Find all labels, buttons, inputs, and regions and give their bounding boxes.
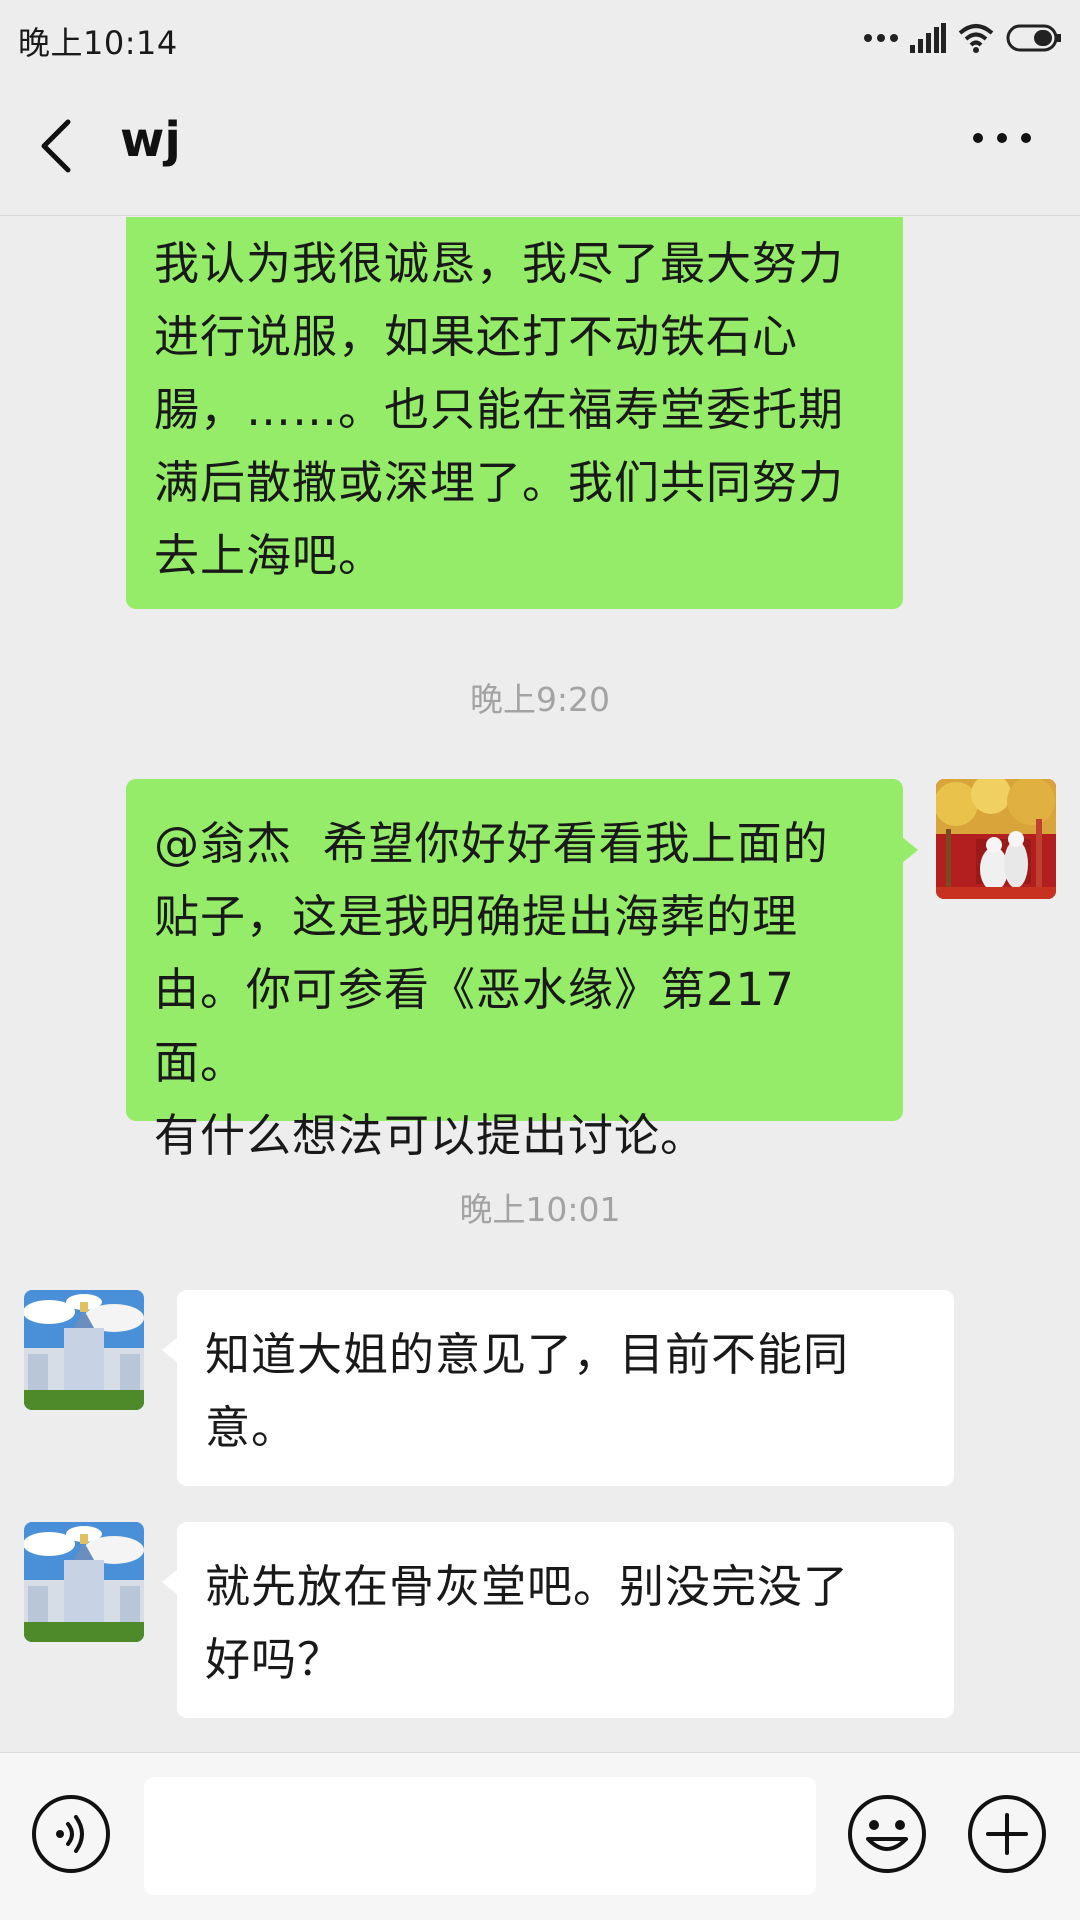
more-button[interactable]: [972, 128, 1032, 164]
chat-title: wj: [120, 112, 181, 168]
message-input[interactable]: [144, 1777, 816, 1895]
bubble-tail: [902, 837, 918, 863]
voice-icon: [32, 1795, 110, 1873]
avatar-image-icon: [936, 779, 1056, 899]
emoji-icon: [848, 1795, 926, 1873]
message-bubble-sent[interactable]: @翁杰 希望你好好看看我上面的 贴子，这是我明确提出海葬的理 由。你可参看《恶水…: [126, 779, 903, 1162]
avatar[interactable]: [24, 1290, 144, 1410]
dots-icon: [864, 34, 898, 42]
bubble-tail: [162, 1569, 178, 1595]
message-bubble-sent[interactable]: 我认为我很诚恳，我尽了最大努力 进行说服，如果还打不动铁石心 腸，……。也只能在…: [126, 217, 903, 609]
signal-icon: [910, 23, 946, 53]
message-text: @翁杰 希望你好好看看我上面的 贴子，这是我明确提出海葬的理 由。你可参看《恶水…: [154, 817, 829, 1162]
status-icons: [864, 20, 1062, 56]
message-text: 知道大姐的意见了，目前不能同 意。: [205, 1328, 850, 1454]
more-horizontal-icon: [973, 133, 1031, 143]
wifi-icon: [958, 24, 994, 53]
status-time: 晚上10:14: [18, 24, 178, 62]
chevron-left-icon: [41, 119, 71, 173]
avatar[interactable]: [936, 779, 1056, 899]
input-bar: [0, 1752, 1080, 1920]
more-actions-button[interactable]: [966, 1793, 1048, 1875]
avatar-image-icon: [24, 1522, 144, 1642]
avatar-image-icon: [24, 1290, 144, 1410]
back-button[interactable]: [36, 116, 86, 176]
voice-button[interactable]: [30, 1793, 112, 1875]
emoji-button[interactable]: [846, 1793, 928, 1875]
battery-icon: [1006, 24, 1061, 52]
chat-header: wj: [0, 76, 1080, 216]
bubble-tail: [162, 1337, 178, 1363]
message-text: 就先放在骨灰堂吧。别没完没了 好吗？: [205, 1560, 850, 1686]
timestamp: 晚上10:01: [459, 1190, 621, 1229]
message-text: 我认为我很诚恳，我尽了最大努力 进行说服，如果还打不动铁石心 腸，……。也只能在…: [154, 237, 845, 582]
plus-icon: [968, 1795, 1046, 1873]
avatar[interactable]: [24, 1522, 144, 1642]
timestamp: 晚上9:20: [469, 680, 611, 719]
message-bubble-received[interactable]: 就先放在骨灰堂吧。别没完没了 好吗？: [177, 1522, 954, 1718]
message-bubble-received[interactable]: 知道大姐的意见了，目前不能同 意。: [177, 1290, 954, 1486]
message-list[interactable]: 我认为我很诚恳，我尽了最大努力 进行说服，如果还打不动铁石心 腸，……。也只能在…: [0, 217, 1080, 1752]
status-bar: 晚上10:14: [0, 0, 1080, 76]
